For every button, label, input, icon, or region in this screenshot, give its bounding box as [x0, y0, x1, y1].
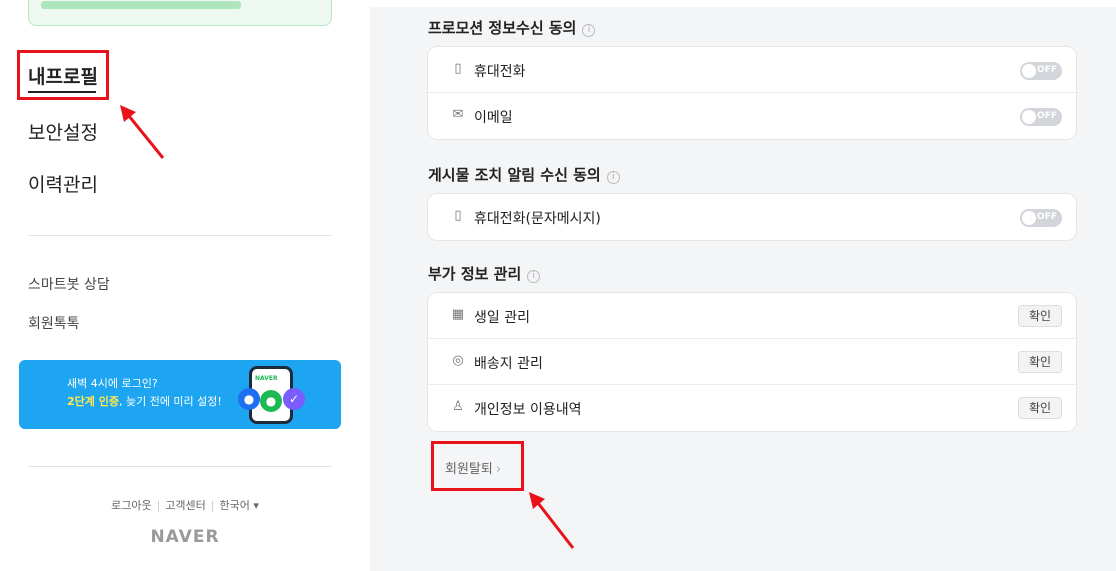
arrow-to-profile — [127, 115, 165, 159]
annotation-arrows — [120, 105, 575, 549]
arrow-to-withdraw — [536, 502, 575, 549]
arrow-head-withdraw — [529, 492, 545, 509]
